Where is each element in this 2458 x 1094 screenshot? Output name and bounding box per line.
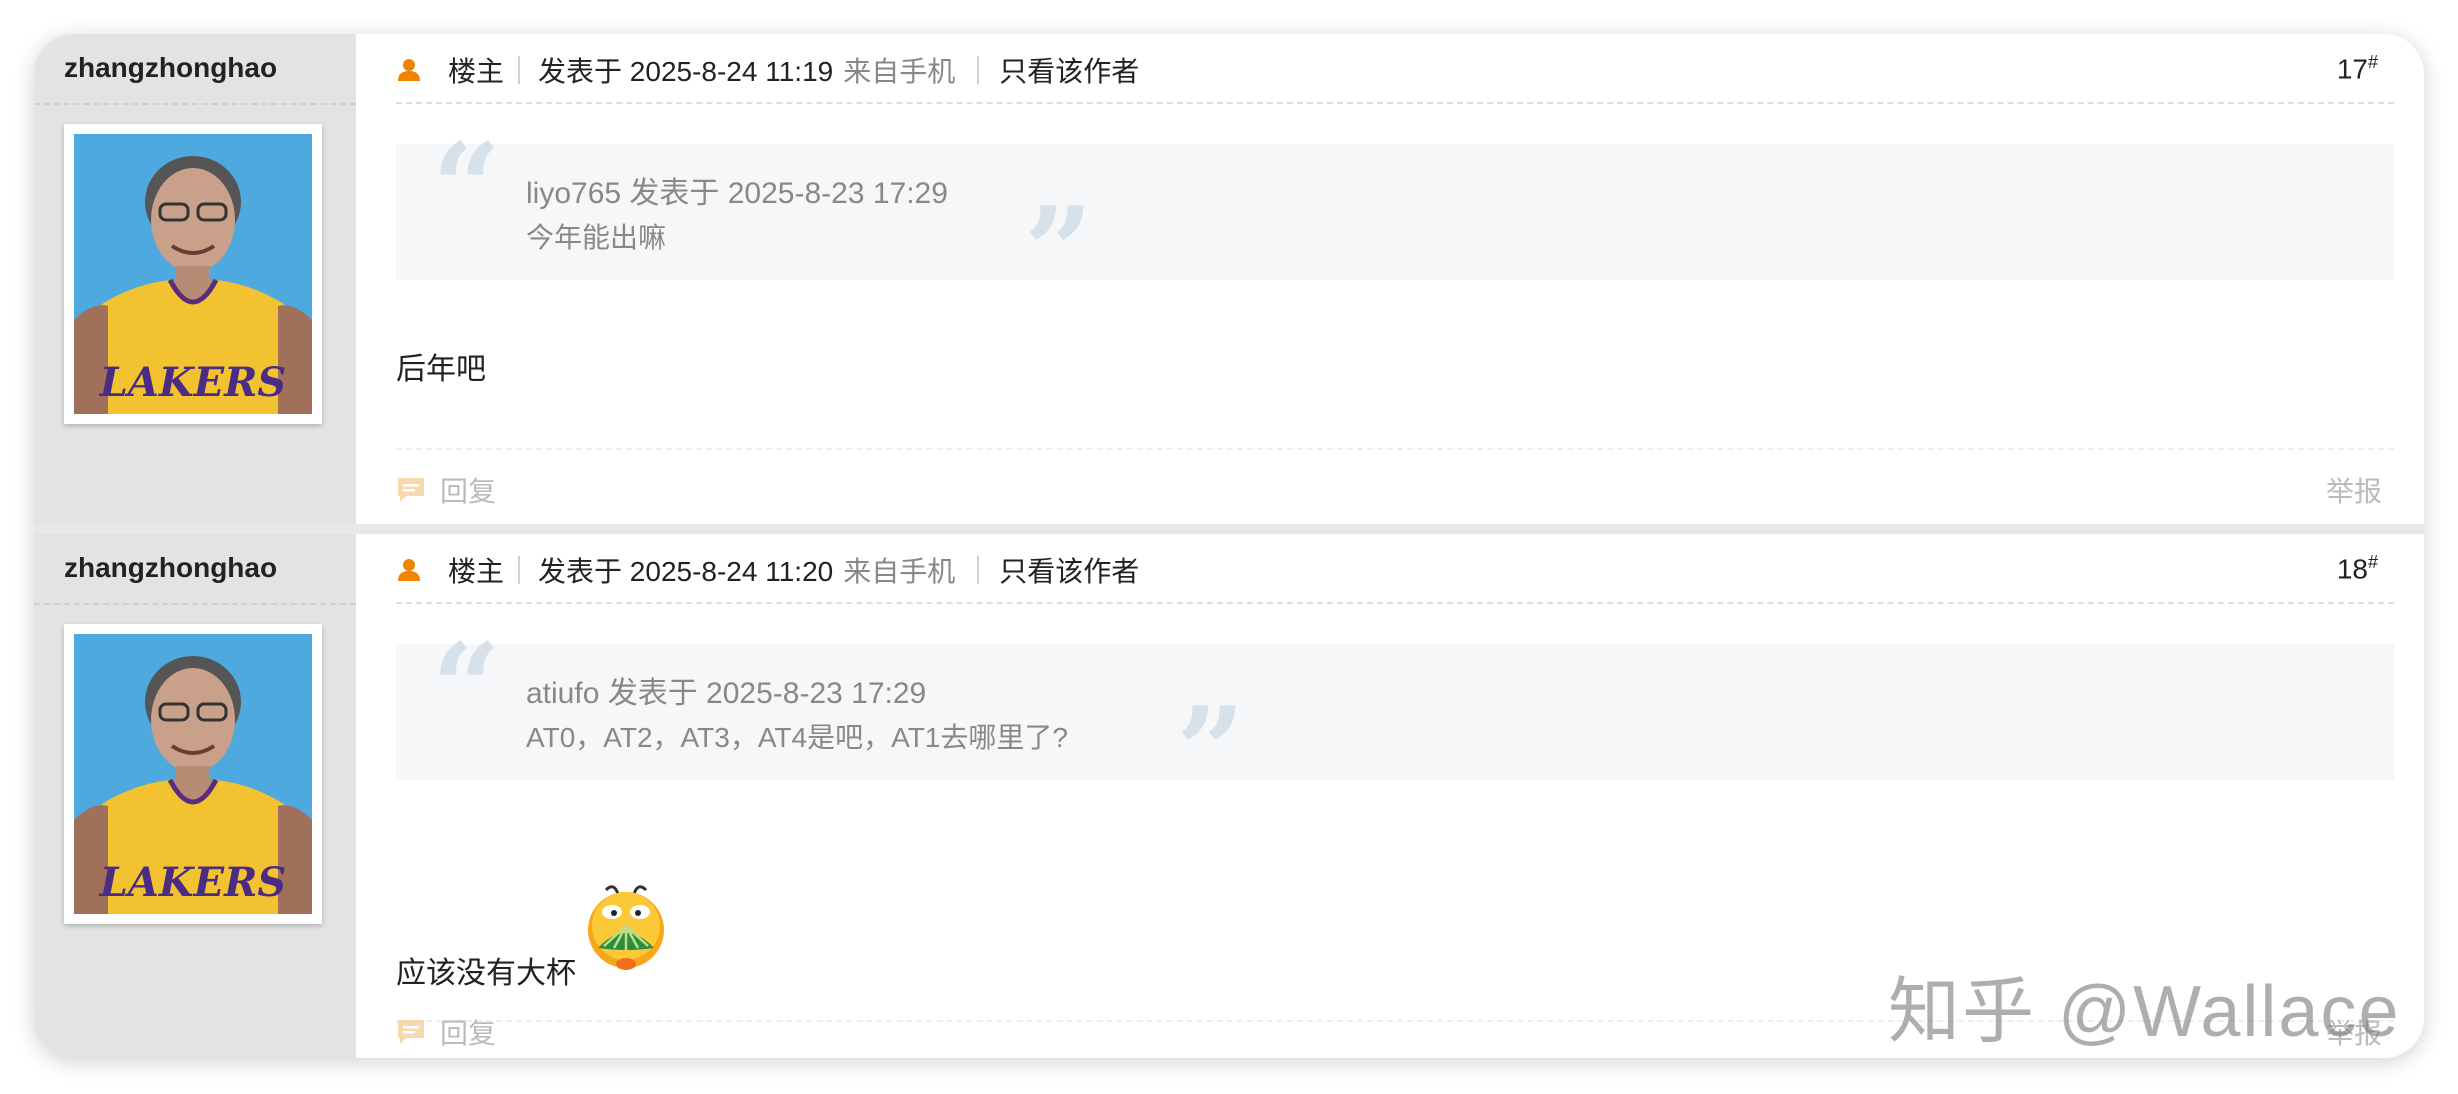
post-17: zhangzhonghao LAKERS 楼主 发表于 2025-8-24 11… <box>34 34 2424 524</box>
quote-close-mark: ” <box>1176 681 1246 822</box>
floor-mark: # <box>2367 52 2378 72</box>
author-divider <box>34 603 356 605</box>
author-sidebar: zhangzhonghao LAKERS <box>34 34 356 524</box>
quote-header: liyo765 发表于 2025-8-23 17:29 <box>526 177 948 210</box>
quote-open-mark: “ <box>432 617 502 758</box>
quote-header: atiufo 发表于 2025-8-23 17:29 <box>526 677 927 710</box>
post-source: 来自手机 <box>843 56 956 87</box>
avatar[interactable]: LAKERS <box>64 624 322 924</box>
op-badge: 楼主 <box>448 556 505 587</box>
post-body: 后年吧 <box>396 353 486 386</box>
divider <box>518 556 521 584</box>
floor-number[interactable]: 18# <box>2337 552 2378 585</box>
divider <box>977 56 980 84</box>
post-body: 应该没有大杯 <box>396 957 576 990</box>
crying-emoji <box>588 885 664 970</box>
post-divider <box>34 524 2424 534</box>
footer-divider <box>396 448 2394 450</box>
author-name[interactable]: zhangzhonghao <box>64 52 277 84</box>
reply-icon <box>398 1020 424 1044</box>
quote-text: AT0，AT2，AT3，AT4是吧，AT1去哪里了? <box>526 722 1068 753</box>
op-badge: 楼主 <box>448 56 505 87</box>
post-header: 楼主 发表于 2025-8-24 11:20 来自手机 只看该作者 <box>396 550 1139 590</box>
reply-icon <box>398 478 424 502</box>
post-content: 楼主 发表于 2025-8-24 11:19 来自手机 只看该作者 17# “ … <box>356 34 2424 524</box>
divider <box>518 56 521 84</box>
author-name[interactable]: zhangzhonghao <box>64 552 277 584</box>
floor-mark: # <box>2367 552 2378 572</box>
author-only-link[interactable]: 只看该作者 <box>999 550 1139 590</box>
divider <box>977 556 980 584</box>
floor-value: 17 <box>2336 53 2368 85</box>
quote-text: 今年能出嘛 <box>526 222 667 253</box>
svg-text:LAKERS: LAKERS <box>99 359 287 406</box>
reply-button[interactable]: 回复 <box>396 470 496 510</box>
user-icon <box>398 59 420 81</box>
quote-open-mark: “ <box>432 117 502 258</box>
header-divider <box>396 102 2394 104</box>
reply-button[interactable]: 回复 <box>396 1012 496 1052</box>
avatar-image: LAKERS <box>74 634 312 914</box>
avatar-image: LAKERS <box>74 134 312 414</box>
post-time: 发表于 2025-8-24 11:20 <box>538 556 834 587</box>
floor-number[interactable]: 17# <box>2337 52 2378 85</box>
post-source: 来自手机 <box>843 556 956 587</box>
reply-label: 回复 <box>440 476 497 507</box>
thread-card: zhangzhonghao LAKERS 楼主 发表于 2025-8-24 11… <box>34 34 2424 1058</box>
post-header: 楼主 发表于 2025-8-24 11:19 来自手机 只看该作者 <box>396 50 1139 90</box>
report-link[interactable]: 举报 <box>2326 470 2382 510</box>
header-divider <box>396 602 2394 604</box>
svg-text:LAKERS: LAKERS <box>99 859 287 906</box>
quote-block: “ liyo765 发表于 2025-8-23 17:29 今年能出嘛 ” <box>396 128 2394 312</box>
avatar[interactable]: LAKERS <box>64 124 322 424</box>
author-divider <box>34 103 356 105</box>
user-icon <box>398 559 420 581</box>
author-sidebar: zhangzhonghao LAKERS <box>34 534 356 1058</box>
quote-close-mark: ” <box>1024 181 1094 322</box>
floor-value: 18 <box>2336 553 2368 585</box>
author-only-link[interactable]: 只看该作者 <box>999 50 1139 90</box>
post-time: 发表于 2025-8-24 11:19 <box>538 56 834 87</box>
zhihu-watermark: 知乎 @Wallace <box>1888 972 2401 1052</box>
reply-label: 回复 <box>440 1018 497 1049</box>
quote-block: “ atiufo 发表于 2025-8-23 17:29 AT0，AT2，AT3… <box>396 628 2394 812</box>
